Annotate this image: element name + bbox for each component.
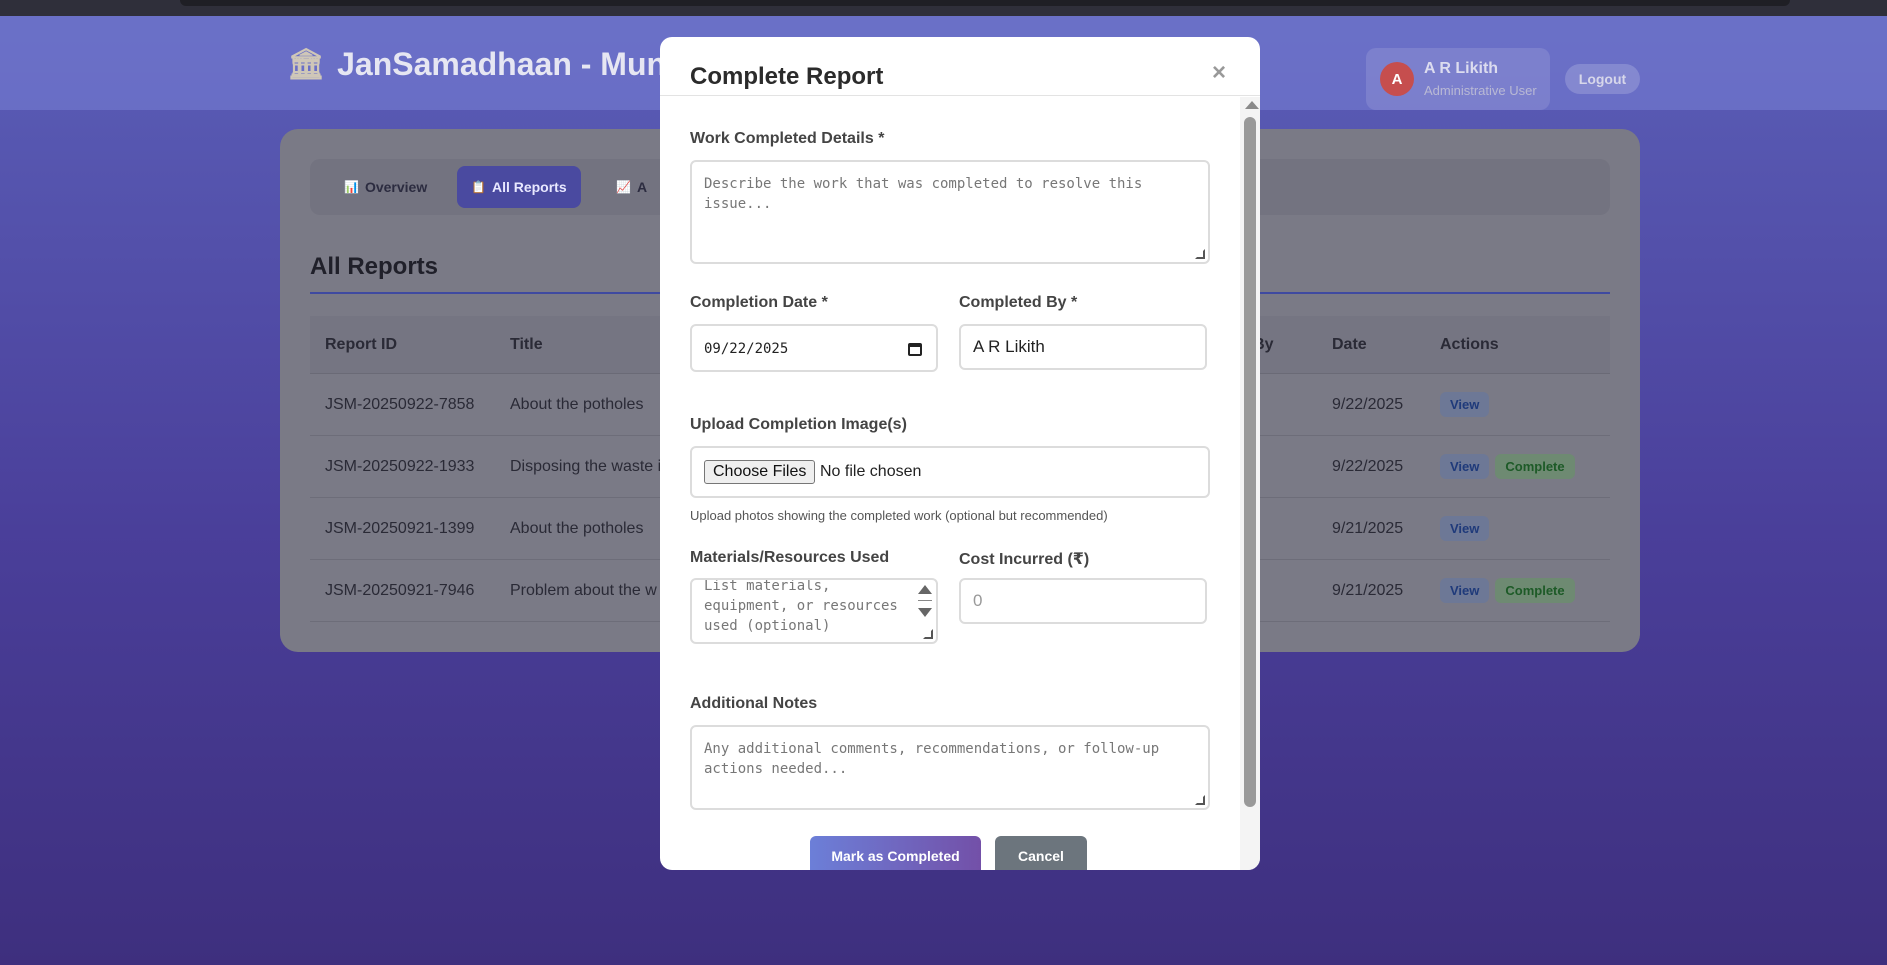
row-date: 9/21/2025: [1332, 519, 1404, 537]
resize-handle[interactable]: [1195, 249, 1205, 259]
clipboard-icon: 📋: [471, 180, 486, 194]
tab-overview-label: Overview: [364, 179, 428, 195]
browser-bar: [180, 0, 1790, 6]
brand: 🏛 JanSamadhaan - Mun: [287, 46, 666, 83]
row-title: About the potholes: [510, 519, 644, 537]
tab-analytics[interactable]: 📈 A: [602, 166, 661, 208]
row-date: 9/22/2025: [1332, 395, 1404, 413]
complete-button[interactable]: Complete: [1495, 454, 1575, 479]
row-id: JSM-20250921-7946: [325, 581, 475, 599]
upload-hint: Upload photos showing the completed work…: [690, 508, 1108, 523]
completion-date-label: Completion Date *: [690, 294, 828, 311]
view-button[interactable]: View: [1440, 454, 1490, 479]
cost-label: Cost Incurred (₹): [959, 551, 1090, 568]
materials-textarea[interactable]: List materials, equipment, or resources …: [690, 578, 938, 644]
completed-by-input[interactable]: A R Likith: [959, 324, 1207, 370]
user-role: Administrative User: [1424, 83, 1537, 98]
work-details-label: Work Completed Details *: [690, 130, 885, 147]
bank-icon: 🏛: [287, 48, 326, 81]
modal-header: Complete Report ×: [660, 37, 1260, 96]
view-button[interactable]: View: [1440, 578, 1490, 603]
materials-label: Materials/Resources Used: [690, 549, 890, 566]
row-title: Problem about the w: [510, 581, 657, 599]
user-card: A A R Likith Administrative User: [1366, 48, 1550, 110]
modal-scrollbar[interactable]: [1240, 97, 1260, 870]
completed-by-value: A R Likith: [973, 337, 1045, 356]
completed-by-label: Completed By *: [959, 294, 1078, 311]
user-name: A R Likith: [1424, 60, 1499, 77]
section-title: All Reports: [310, 253, 439, 280]
notes-placeholder: Any additional comments, recommendations…: [704, 741, 1160, 777]
row-title: Disposing the waste i: [510, 457, 662, 475]
choose-files-button[interactable]: Choose Files: [704, 460, 816, 484]
scroll-down-icon[interactable]: [918, 608, 932, 617]
complete-button[interactable]: Complete: [1495, 578, 1575, 603]
row-id: JSM-20250922-1933: [325, 457, 475, 475]
logout-button[interactable]: Logout: [1565, 64, 1640, 94]
completion-date-value: 09/22/2025: [704, 341, 789, 357]
view-button[interactable]: View: [1440, 392, 1490, 417]
row-id: JSM-20250922-7858: [325, 395, 475, 413]
tab-all-reports-label: All Reports: [491, 179, 567, 195]
cancel-button[interactable]: Cancel: [995, 836, 1087, 870]
view-button[interactable]: View: [1440, 516, 1490, 541]
tab-analytics-label: A: [636, 179, 648, 195]
col-report-id: Report ID: [325, 335, 397, 353]
avatar: A: [1380, 62, 1414, 96]
row-title: About the potholes: [510, 395, 644, 413]
scroll-up-icon[interactable]: [1245, 101, 1259, 109]
brand-title: JanSamadhaan - Mun: [337, 46, 667, 82]
resize-handle[interactable]: [1195, 795, 1205, 805]
modal-title: Complete Report: [690, 63, 884, 90]
chart-icon: 📊: [344, 180, 359, 194]
col-date: Date: [1332, 335, 1367, 353]
cost-placeholder: 0: [973, 591, 983, 610]
materials-placeholder: List materials, equipment, or resources …: [704, 578, 898, 634]
scroll-thumb[interactable]: [918, 600, 932, 601]
row-date: 9/22/2025: [1332, 457, 1404, 475]
cost-input[interactable]: 0: [959, 578, 1207, 624]
upload-input[interactable]: Choose Files No file chosen: [690, 446, 1210, 498]
completion-date-input[interactable]: 09/22/2025: [690, 324, 938, 372]
calendar-icon[interactable]: [908, 343, 922, 356]
close-icon[interactable]: ×: [1212, 59, 1226, 87]
work-details-placeholder: Describe the work that was completed to …: [704, 176, 1143, 212]
file-status: No file chosen: [820, 463, 922, 480]
scroll-up-icon[interactable]: [918, 585, 932, 594]
col-actions: Actions: [1440, 335, 1499, 353]
mark-completed-button[interactable]: Mark as Completed: [810, 836, 981, 870]
trend-icon: 📈: [616, 180, 631, 194]
work-details-textarea[interactable]: Describe the work that was completed to …: [690, 160, 1210, 264]
tab-overview[interactable]: 📊 Overview: [330, 166, 441, 208]
upload-label: Upload Completion Image(s): [690, 416, 907, 433]
browser-top-strip: [0, 0, 1887, 16]
row-id: JSM-20250921-1399: [325, 519, 475, 537]
tab-all-reports[interactable]: 📋 All Reports: [457, 166, 581, 208]
notes-label: Additional Notes: [690, 695, 818, 712]
notes-textarea[interactable]: Any additional comments, recommendations…: [690, 725, 1210, 810]
row-date: 9/21/2025: [1332, 581, 1404, 599]
scroll-thumb[interactable]: [1244, 117, 1256, 807]
complete-report-modal: Complete Report × Work Completed Details…: [660, 37, 1260, 870]
col-title: Title: [510, 335, 543, 353]
